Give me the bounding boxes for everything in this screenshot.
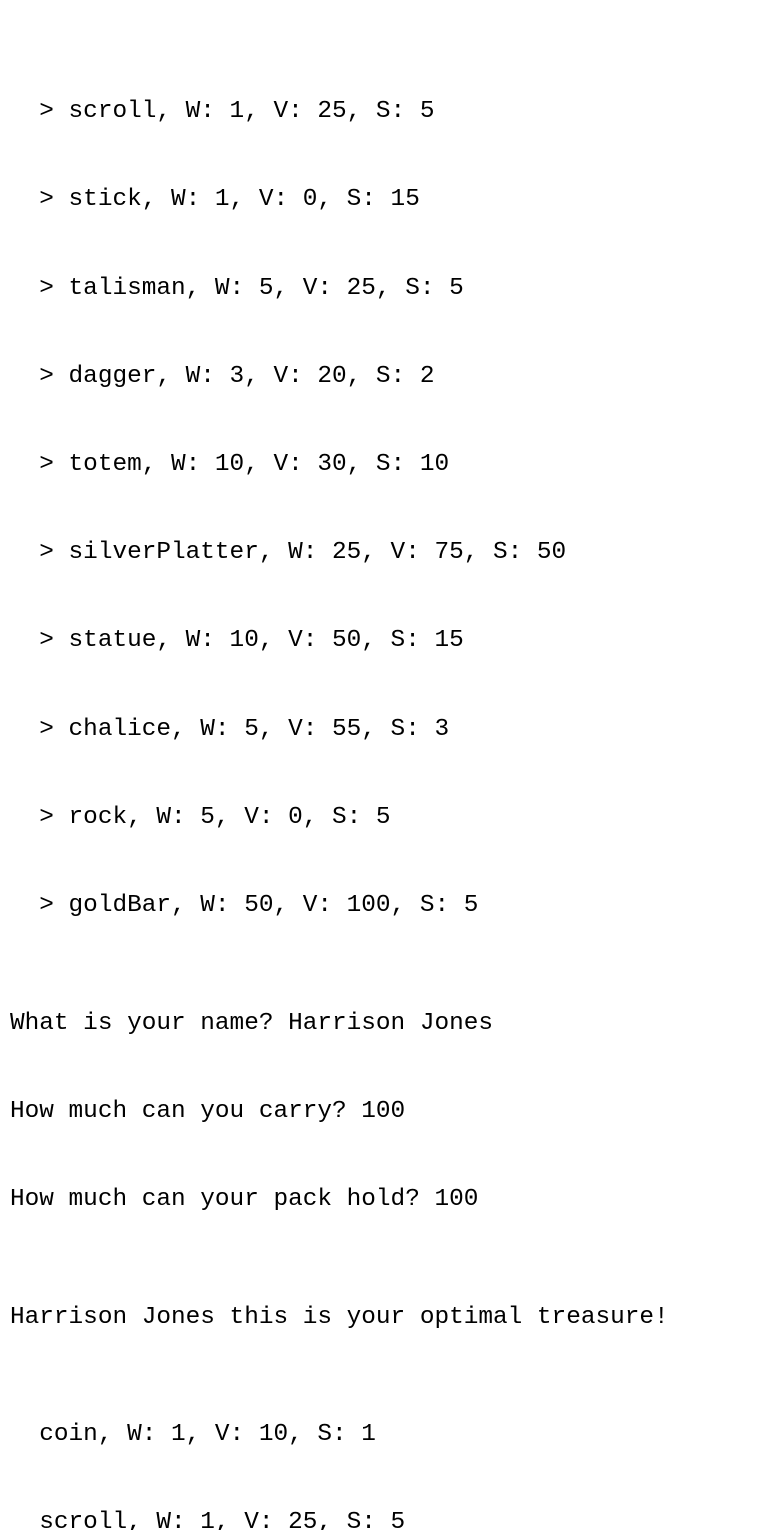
console-output-region: > scroll, W: 1, V: 25, S: 5 > stick, W: … <box>0 0 781 1530</box>
inventory-line: > rock, W: 5, V: 0, S: 5 <box>10 803 391 831</box>
result-headline: Harrison Jones this is your optimal trea… <box>10 1303 669 1331</box>
inventory-line: > dagger, W: 3, V: 20, S: 2 <box>10 362 435 390</box>
inventory-line: > stick, W: 1, V: 0, S: 15 <box>10 186 420 214</box>
prompt-carry-line: How much can you carry? 100 <box>10 1097 406 1125</box>
inventory-line: > statue, W: 10, V: 50, S: 15 <box>10 627 464 655</box>
inventory-line: > scroll, W: 1, V: 25, S: 5 <box>10 98 435 126</box>
result-item-line: scroll, W: 1, V: 25, S: 5 <box>10 1509 406 1530</box>
inventory-line: > totem, W: 10, V: 30, S: 10 <box>10 451 450 479</box>
inventory-line: > talisman, W: 5, V: 25, S: 5 <box>10 274 464 302</box>
result-item-line: coin, W: 1, V: 10, S: 1 <box>10 1421 376 1449</box>
inventory-line: > silverPlatter, W: 25, V: 75, S: 50 <box>10 539 567 567</box>
inventory-line: > goldBar, W: 50, V: 100, S: 5 <box>10 892 479 920</box>
prompt-name-line: What is your name? Harrison Jones <box>10 1009 494 1037</box>
inventory-line: > chalice, W: 5, V: 55, S: 3 <box>10 715 450 743</box>
prompt-pack-line: How much can your pack hold? 100 <box>10 1186 479 1214</box>
